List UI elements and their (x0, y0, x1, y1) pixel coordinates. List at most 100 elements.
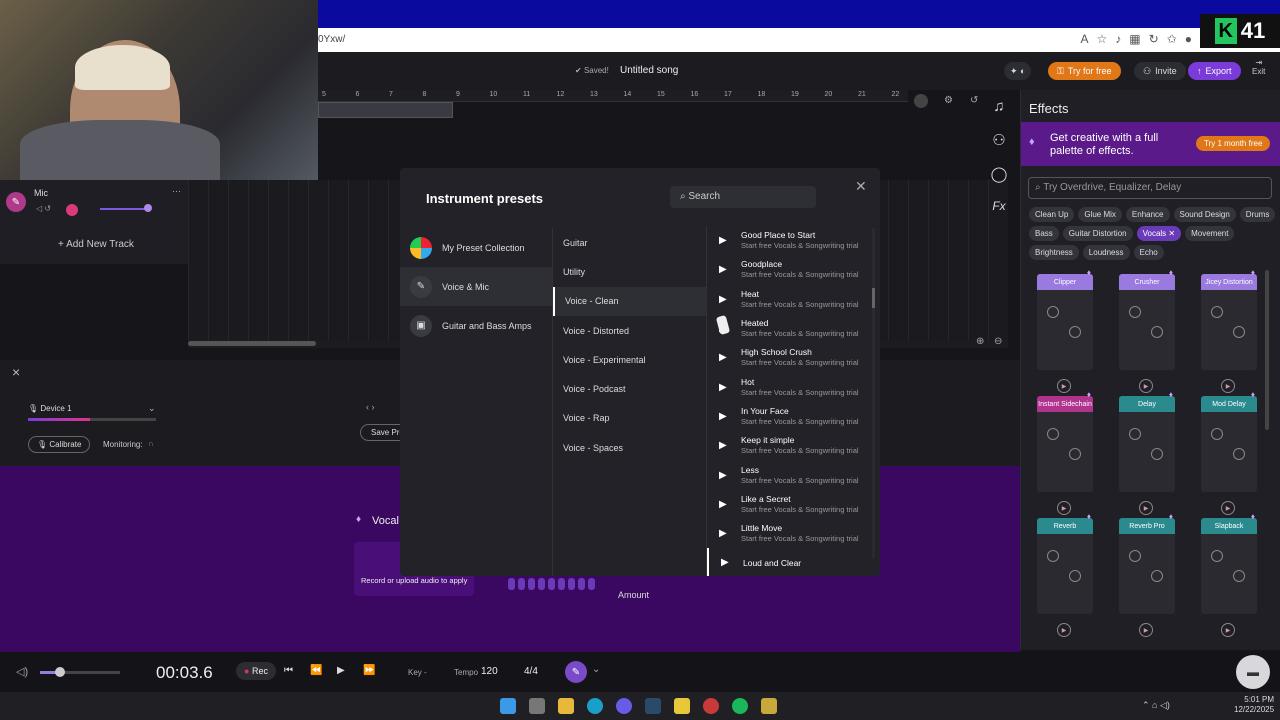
preset-subcategory[interactable]: Utility (553, 257, 706, 286)
prev-next-arrows[interactable]: ‹ › (366, 402, 375, 412)
effect-play-icon[interactable]: ▶ (1057, 501, 1071, 515)
effect-tag[interactable]: Brightness (1029, 245, 1079, 260)
effect-play-icon[interactable]: ▶ (1221, 379, 1235, 393)
refresh-icon[interactable]: ↻ (1149, 32, 1159, 46)
play-icon[interactable]: ▶ (719, 440, 729, 451)
tempo-value[interactable]: 120 (481, 666, 498, 677)
headphones-icon[interactable]: ∩ (148, 439, 154, 448)
rewind-icon[interactable]: ⏪ (310, 665, 322, 676)
preset-item[interactable]: ▶ In Your Face Start free Vocals & Songwri… (707, 402, 876, 431)
preset-item[interactable]: ▶ Less Start free Vocals & Songwriting tri… (707, 460, 876, 489)
effect-play-icon[interactable]: ▶ (1057, 379, 1071, 393)
preset-item[interactable]: ▶ Keep it simple Start free Vocals & Songw… (707, 431, 876, 460)
tuner-icon[interactable]: ✎ (565, 661, 587, 683)
chevron-down-icon[interactable]: ⌄ (148, 403, 156, 414)
record-arm-icon[interactable] (66, 204, 78, 216)
theme-toggle[interactable]: ✦ ◐ (1004, 62, 1032, 80)
close-icon[interactable]: × (12, 364, 20, 380)
preset-subcategory[interactable]: Voice - Distorted (553, 316, 706, 345)
play-icon[interactable]: ▶ (721, 557, 731, 568)
invite-button[interactable]: ⚇ Invite (1134, 62, 1186, 80)
skip-back-icon[interactable]: ⏮ (284, 665, 293, 676)
preset-subcategory[interactable]: Voice - Rap (553, 404, 706, 433)
preset-category[interactable]: My Preset Collection (400, 228, 552, 267)
exit-button[interactable]: ⇥ Exit (1252, 58, 1265, 76)
clock[interactable]: 5:01 PM 12/22/2025 (1234, 695, 1274, 715)
speaker-icon[interactable]: ◁) (16, 665, 28, 678)
spotify-icon[interactable] (732, 698, 748, 714)
effects-search-input[interactable]: ⌕ Try Overdrive, Equalizer, Delay (1028, 177, 1272, 199)
notes-icon[interactable] (674, 698, 690, 714)
play-icon[interactable]: ▶ (719, 352, 729, 363)
chat-support-button[interactable]: ▬ (1236, 655, 1270, 689)
timeline-ruler[interactable]: 5 6 7 8 9 10 11 12 13 14 15 16 17 18 19 20 21 22 (318, 90, 908, 102)
effect-card[interactable]: Reverb Pro ♦ ▶ (1119, 512, 1175, 637)
effect-play-icon[interactable]: ▶ (1221, 623, 1235, 637)
effect-tag[interactable]: Bass (1029, 226, 1059, 241)
preset-subcategory[interactable]: Voice - Podcast (553, 374, 706, 403)
preset-item[interactable]: ▶ Loud and Clear (707, 548, 876, 576)
tuner-chevron-icon[interactable]: ⌄ (592, 664, 600, 675)
app-icon[interactable] (703, 698, 719, 714)
effect-tag[interactable]: Drums (1239, 207, 1276, 222)
mute-icon[interactable]: ◁ ↺ (36, 204, 51, 213)
effect-tag[interactable]: Enhance (1125, 207, 1170, 222)
volume-slider[interactable] (100, 208, 150, 210)
volume-knob[interactable] (144, 204, 152, 212)
mic-icon[interactable]: ♪ (1115, 32, 1121, 46)
preset-scroll-thumb[interactable] (872, 288, 875, 308)
play-icon[interactable]: ▶ (719, 235, 729, 246)
track-menu-icon[interactable]: ⋯ (172, 186, 181, 197)
collab-icon[interactable]: ⚇ (992, 131, 1005, 149)
master-volume-knob[interactable] (55, 667, 65, 677)
steam-icon[interactable] (645, 698, 661, 714)
home-icon[interactable] (914, 94, 928, 108)
chat-icon[interactable]: ◯ (991, 165, 1008, 183)
zoom-in-icon[interactable]: ⊕ (976, 336, 984, 347)
preset-category[interactable]: ▣ Guitar and Bass Amps (400, 306, 552, 345)
effect-play-icon[interactable]: ▶ (1221, 501, 1235, 515)
effect-tag[interactable]: Guitar Distortion (1062, 226, 1133, 241)
effect-card[interactable]: Mod Delay ♦ ▶ (1201, 390, 1257, 515)
track-name[interactable]: Mic (34, 188, 48, 198)
key-label[interactable]: Key - (408, 668, 427, 677)
scrollbar-thumb[interactable] (188, 341, 316, 346)
effect-play-icon[interactable]: ▶ (1139, 623, 1153, 637)
preset-subcategory[interactable]: Voice - Experimental (553, 345, 706, 374)
preset-item[interactable]: ▶HeatedStart free Vocals & Songwriting t… (707, 314, 876, 343)
preset-item[interactable]: ▶ Hot Start free Vocals & Songwriting tria… (707, 372, 876, 401)
favorites-icon[interactable]: ✩ (1167, 32, 1177, 46)
preset-item[interactable]: ▶ Good Place to Start Start free Vocals & … (707, 226, 876, 255)
windows-start-icon[interactable] (500, 698, 516, 714)
remove-tag-icon[interactable]: ✕ (1166, 229, 1175, 238)
play-icon[interactable]: ▶ (719, 264, 729, 275)
effect-card[interactable]: Delay ♦ ▶ (1119, 390, 1175, 515)
file-explorer-icon[interactable] (558, 698, 574, 714)
device-selector[interactable]: 🎙 Device 1 (28, 404, 72, 413)
mic-track-icon[interactable]: ✎ (6, 192, 26, 212)
try-month-button[interactable]: Try 1 month free (1196, 136, 1271, 151)
modal-close-icon[interactable]: ✕ (855, 178, 867, 195)
fast-forward-icon[interactable]: ⏩ (363, 665, 375, 676)
discord-icon[interactable] (616, 698, 632, 714)
app2-icon[interactable] (761, 698, 777, 714)
preset-search-input[interactable]: ⌕ Search (670, 186, 816, 208)
effect-play-icon[interactable]: ▶ (1057, 623, 1071, 637)
effect-play-icon[interactable]: ▶ (1139, 379, 1153, 393)
settings-icon[interactable]: ⚙ (944, 95, 953, 106)
preset-item[interactable]: ▶ High School Crush Start free Vocals & So… (707, 343, 876, 372)
preset-subcategory[interactable]: Voice - Clean (553, 286, 706, 316)
calibrate-button[interactable]: 🎙 Calibrate (28, 436, 91, 453)
add-track-button[interactable]: + Add New Track (58, 239, 134, 250)
effect-play-icon[interactable]: ▶ (1139, 501, 1153, 515)
effect-card[interactable]: Instant Sidechain ♦ ▶ (1037, 390, 1093, 515)
play-icon[interactable]: ▶ (719, 382, 729, 393)
effect-card[interactable]: Clipper ♦ ▶ (1037, 268, 1093, 393)
preset-subcategory[interactable]: Guitar (553, 228, 706, 257)
play-icon[interactable]: ▶ (719, 499, 729, 510)
effect-tag[interactable]: Glue Mix (1078, 207, 1122, 222)
url-text[interactable]: 0Yxw/ (318, 34, 345, 45)
effect-tag[interactable]: Movement (1185, 226, 1235, 241)
preset-category[interactable]: ✎ Voice & Mic (400, 267, 552, 306)
effect-tag[interactable]: Echo (1133, 245, 1164, 260)
